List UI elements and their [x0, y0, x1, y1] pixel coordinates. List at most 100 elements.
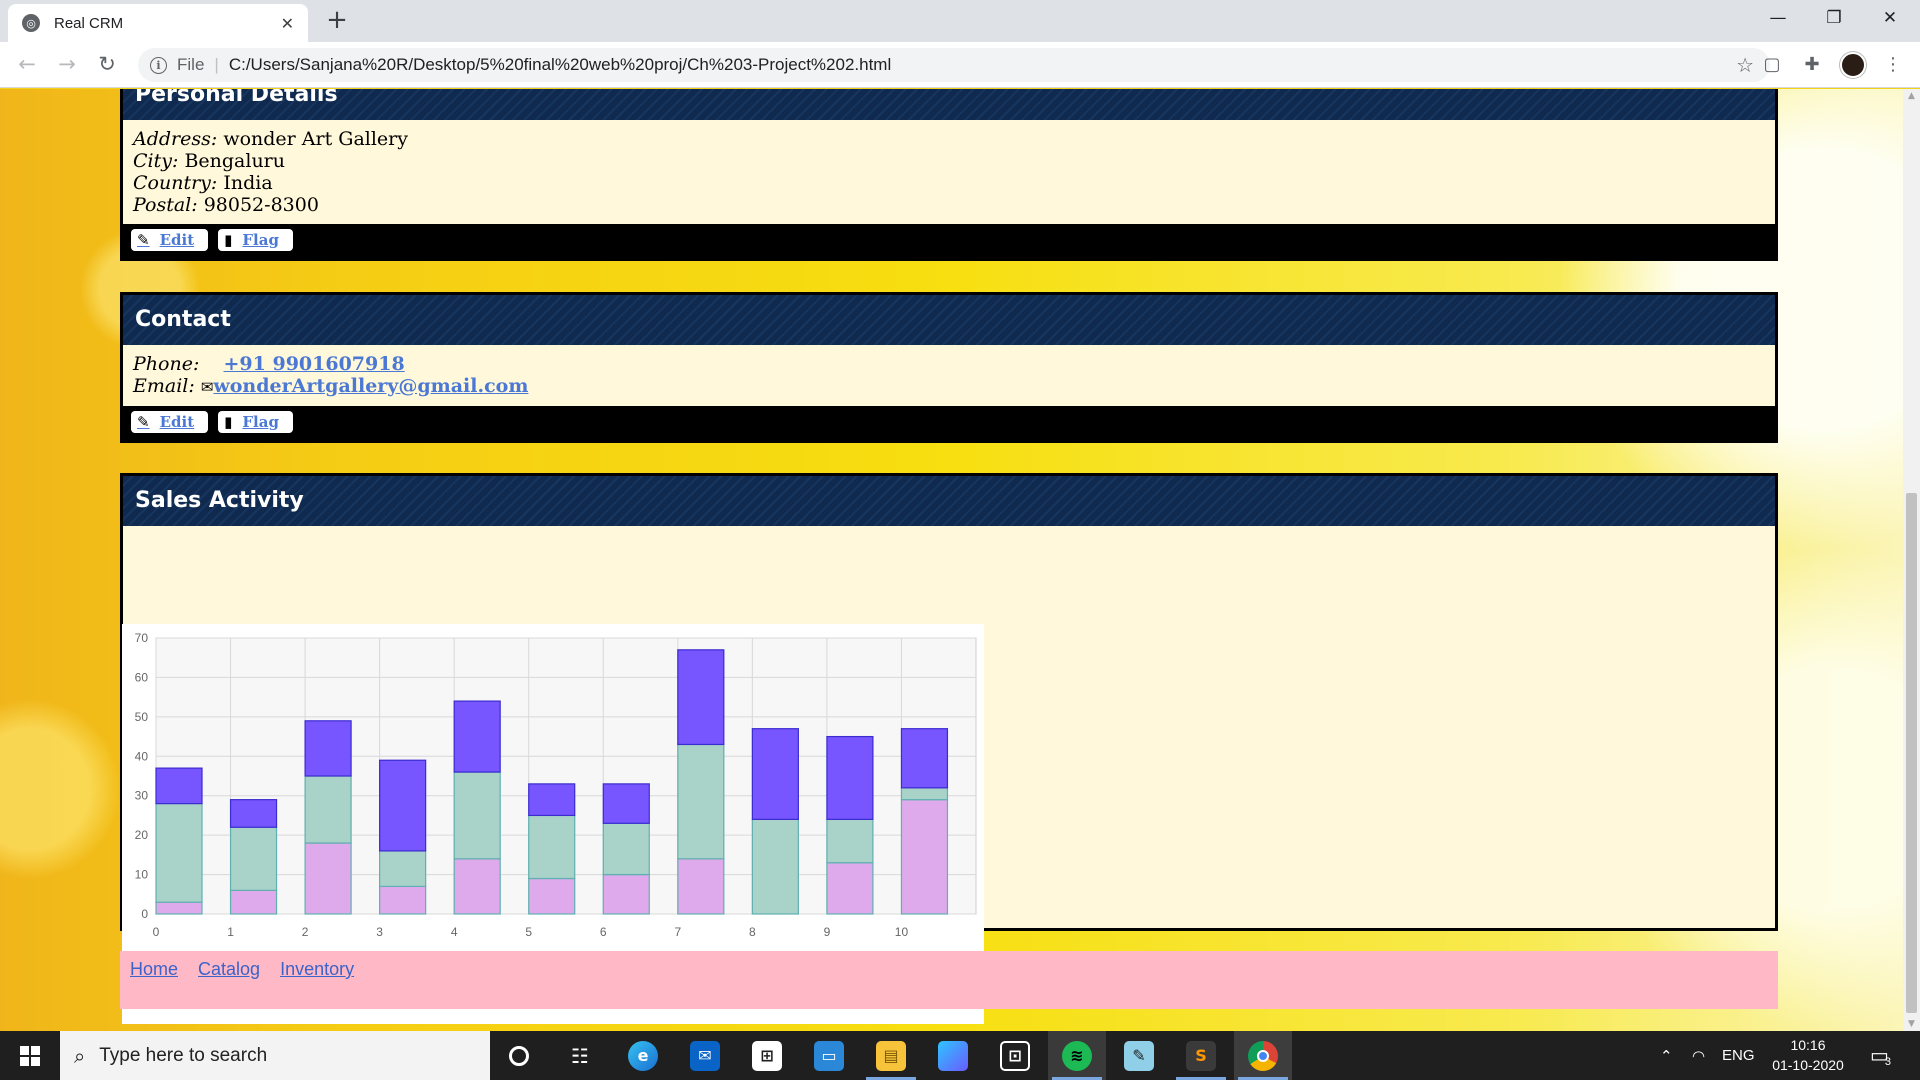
footer-link-catalog[interactable]: Catalog	[198, 959, 260, 1001]
y-tick-label: 60	[135, 670, 149, 684]
notifications-icon[interactable]: ▭ 3	[1870, 1031, 1891, 1080]
y-tick-label: 70	[135, 631, 149, 645]
close-tab-icon[interactable]: ✕	[281, 14, 294, 33]
bookmark-star-icon[interactable]: ☆	[1736, 53, 1754, 77]
system-clock[interactable]: 10:16 01-10-2020	[1762, 1035, 1854, 1075]
bar-segment	[379, 885, 427, 915]
start-button[interactable]	[0, 1031, 60, 1080]
x-tick-label: 9	[824, 925, 831, 939]
bookmark-icon: ▮	[224, 231, 233, 249]
contact-actions: ✎ Edit ▮ Flag	[123, 406, 1775, 440]
bar-segment	[826, 818, 874, 864]
footer-link-inventory[interactable]: Inventory	[280, 959, 354, 1001]
bar-segment	[453, 771, 501, 860]
flag-label: Flag	[242, 413, 279, 431]
taskbar-search-placeholder: Type here to search	[99, 1044, 268, 1066]
browser-tab-strip: ◎ Real CRM ✕ + — ❐ ✕	[0, 0, 1920, 42]
postal-label: Postal:	[133, 194, 198, 216]
scroll-up-icon[interactable]: ▲	[1903, 91, 1920, 101]
sales-activity-heading: Sales Activity	[123, 476, 1775, 526]
edge-icon[interactable]: e	[614, 1031, 672, 1080]
edit-button[interactable]: ✎ Edit	[131, 411, 209, 433]
bar-segment	[304, 720, 352, 777]
x-tick-label: 1	[227, 925, 234, 939]
y-tick-label: 50	[135, 710, 149, 724]
bar-segment	[826, 862, 874, 915]
footer-link-home[interactable]: Home	[130, 959, 178, 1001]
x-tick-label: 6	[600, 925, 607, 939]
windows-taskbar: ⌕ Type here to search ☷ e ✉ ⊞ ▭ ▤ ⊡ ≋ ✎ …	[0, 1031, 1920, 1080]
edit-button[interactable]: ✎ Edit	[131, 229, 209, 251]
edit-label: Edit	[159, 413, 195, 431]
terminal-app-icon[interactable]: ⊡	[986, 1031, 1044, 1080]
bar-segment	[155, 767, 203, 805]
y-tick-label: 0	[141, 907, 148, 921]
mail-icon[interactable]: ✉	[676, 1031, 734, 1080]
bar-segment	[677, 743, 725, 860]
x-tick-label: 4	[451, 925, 458, 939]
store-icon[interactable]: ⊞	[738, 1031, 796, 1080]
phone-label: Phone:	[133, 353, 200, 375]
bar-segment	[528, 783, 576, 817]
bar-segment	[528, 814, 576, 880]
email-label: Email:	[133, 375, 195, 397]
restore-icon[interactable]: ❐	[1806, 0, 1862, 38]
back-icon[interactable]: ←	[12, 50, 42, 80]
close-window-icon[interactable]: ✕	[1862, 0, 1918, 38]
extensions-icon[interactable]: ✚	[1799, 52, 1825, 78]
tab-title: Real CRM	[54, 14, 124, 32]
address-bar[interactable]: i File | C:/Users/Sanjana%20R/Desktop/5%…	[138, 48, 1770, 82]
x-tick-label: 10	[895, 925, 909, 939]
pencil-icon: ✎	[137, 231, 150, 249]
bar-segment	[751, 818, 799, 915]
bar-segment	[229, 826, 278, 891]
reload-icon[interactable]: ↻	[92, 50, 122, 80]
clock-time: 10:16	[1790, 1037, 1826, 1053]
x-tick-label: 8	[749, 925, 756, 939]
scroll-down-icon[interactable]: ▼	[1903, 1019, 1920, 1029]
new-tab-button[interactable]: +	[322, 6, 352, 36]
profile-avatar[interactable]	[1840, 52, 1866, 78]
x-tick-label: 2	[302, 925, 309, 939]
url-text[interactable]: C:/Users/Sanjana%20R/Desktop/5%20final%2…	[229, 55, 891, 75]
y-tick-label: 10	[135, 868, 149, 882]
browser-toolbar: ← → ↻ i File | C:/Users/Sanjana%20R/Desk…	[0, 42, 1920, 88]
sublime-text-icon[interactable]: S	[1172, 1031, 1230, 1080]
postal-value: 98052-8300	[203, 194, 319, 216]
browser-tab[interactable]: ◎ Real CRM ✕	[8, 4, 308, 42]
bar-segment	[304, 842, 352, 915]
phone-link[interactable]: +91 9901607918	[224, 353, 405, 375]
file-explorer-icon[interactable]: ▤	[862, 1031, 920, 1080]
language-indicator[interactable]: ENG	[1722, 1031, 1755, 1080]
email-link[interactable]: wonderArtgallery@gmail.com	[213, 375, 528, 397]
chrome-icon[interactable]	[1234, 1031, 1292, 1080]
bar-segment	[602, 783, 650, 824]
minimize-icon[interactable]: —	[1750, 0, 1806, 38]
contact-body: Phone: +91 9901607918 Email: ✉wonderArtg…	[123, 345, 1775, 406]
flag-button[interactable]: ▮ Flag	[218, 229, 293, 251]
flag-button[interactable]: ▮ Flag	[218, 411, 293, 433]
envelope-icon: ✉	[200, 378, 214, 396]
app-icon[interactable]	[924, 1031, 982, 1080]
scroll-thumb[interactable]	[1906, 493, 1917, 1013]
page-scrollbar[interactable]: ▲ ▼	[1903, 89, 1920, 1031]
reader-icon[interactable]: ▢	[1759, 52, 1785, 78]
taskbar-search[interactable]: ⌕ Type here to search	[60, 1031, 490, 1080]
task-view-icon[interactable]: ☷	[551, 1031, 609, 1080]
tray-chevron-icon[interactable]: ⌃	[1660, 1031, 1673, 1080]
clock-date: 01-10-2020	[1772, 1057, 1844, 1073]
spotify-icon[interactable]: ≋	[1048, 1031, 1106, 1080]
country-label: Country:	[133, 172, 218, 194]
city-label: City:	[133, 150, 179, 172]
info-icon[interactable]: i	[150, 56, 167, 74]
city-value: Bengaluru	[184, 150, 286, 172]
menu-icon[interactable]: ⋮	[1880, 52, 1906, 78]
country-value: India	[223, 172, 273, 194]
url-separator: |	[214, 55, 219, 74]
notepad-icon[interactable]: ✎	[1110, 1031, 1168, 1080]
address-label: Address:	[133, 128, 218, 150]
cortana-icon[interactable]	[490, 1031, 548, 1080]
network-icon[interactable]: ◠	[1692, 1031, 1705, 1080]
laptop-icon[interactable]: ▭	[800, 1031, 858, 1080]
forward-icon[interactable]: →	[52, 50, 82, 80]
